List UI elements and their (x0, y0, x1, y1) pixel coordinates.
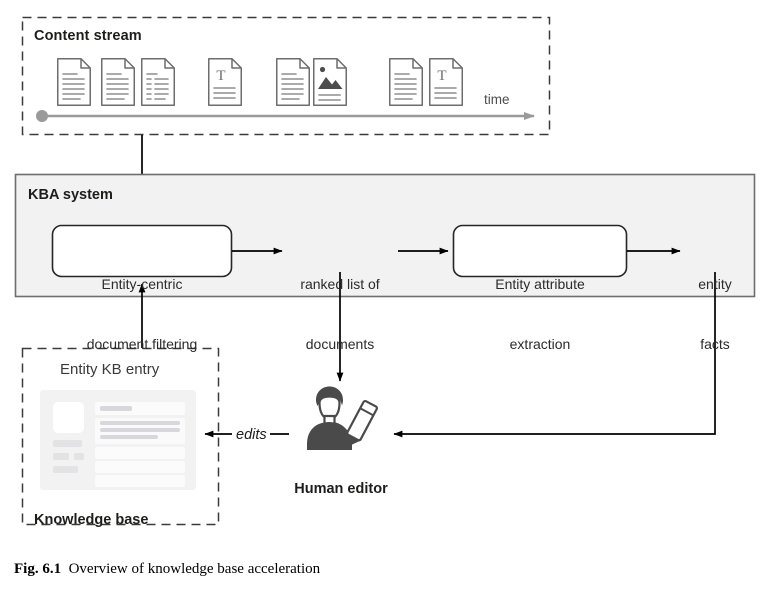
document-text-icon (389, 58, 423, 106)
figure-caption-label: Fig. 6.1 (14, 561, 62, 577)
ranked-list-line2: documents (305, 336, 375, 353)
content-stream-title: Content stream (34, 28, 142, 44)
kb-body-line-2 (100, 428, 180, 432)
kb-meta-bar-4 (53, 466, 78, 473)
knowledge-base-title: Knowledge base (34, 512, 149, 528)
filtering-label-line2: document filtering (86, 336, 198, 353)
svg-text:T: T (216, 68, 225, 84)
document-text-icon (276, 58, 310, 106)
figure-root: T T Content stream time KBA system Entit… (0, 0, 771, 611)
ranked-list-label: ranked list of documents (281, 233, 399, 395)
kb-row-band-3 (95, 447, 185, 459)
kb-row-band-4 (95, 461, 185, 473)
extraction-label-line2: extraction (509, 336, 571, 353)
kb-meta-bar-1 (53, 440, 82, 447)
entity-kb-entry-caption: Entity KB entry (60, 361, 160, 378)
kb-row-band-5 (95, 475, 185, 487)
figure-caption-text: Overview of knowledge base acceleration (68, 561, 321, 577)
document-text-icon (101, 58, 135, 106)
entity-facts-line1: entity (698, 275, 732, 292)
entity-facts-label: entity facts (685, 233, 745, 395)
ranked-list-line1: ranked list of (300, 275, 380, 292)
kb-meta-bar-3 (74, 453, 84, 460)
entity-kb-entry-card (40, 390, 196, 490)
time-axis (36, 110, 535, 122)
edits-edge-label: edits (236, 427, 267, 443)
filtering-label-line1: Entity-centric (101, 275, 183, 292)
time-axis-label: time (484, 92, 510, 107)
document-list-icon (141, 58, 175, 106)
kb-body-line-1 (100, 421, 180, 425)
entity-facts-line2: facts (700, 336, 730, 353)
kb-body-line-3 (100, 435, 158, 439)
document-typography-icon: T (208, 58, 242, 106)
document-image-icon (313, 58, 347, 106)
person-with-pencil-icon (307, 386, 379, 450)
document-typography-icon: T (429, 58, 463, 106)
svg-text:T: T (437, 68, 446, 84)
human-editor-label: Human editor (294, 481, 388, 497)
kb-meta-bar-2 (53, 453, 69, 460)
extraction-label-line1: Entity attribute (495, 275, 585, 292)
kba-system-title: KBA system (28, 187, 113, 203)
document-text-icon (57, 58, 91, 106)
kb-avatar-placeholder (53, 402, 84, 433)
entity-attribute-extraction-label: Entity attribute extraction (454, 233, 626, 395)
kb-title-line (100, 406, 132, 411)
figure-caption: Fig. 6.1 Overview of knowledge base acce… (14, 561, 320, 578)
